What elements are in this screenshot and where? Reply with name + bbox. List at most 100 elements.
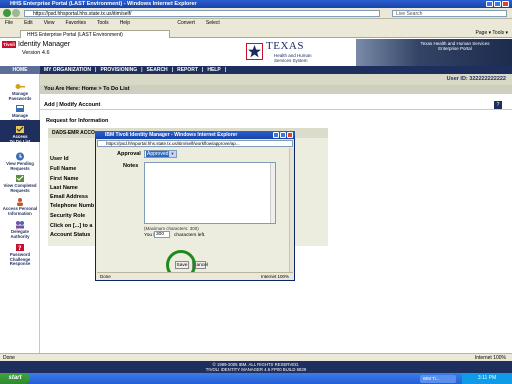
popup-address-text: https://psd.hhsportal.hhs.state.tx.us/it… [106, 141, 240, 146]
menu-help[interactable]: Help [120, 20, 130, 26]
tab-tools[interactable]: Page ▾ Tools ▾ [476, 29, 508, 37]
nav-separator: | [171, 67, 174, 73]
sidebar-item-label: Password Challenge Response [9, 251, 31, 267]
popup-minimize-button[interactable] [273, 132, 279, 138]
field-label-full-name: Full Name [50, 166, 77, 172]
popup-title-bar: IBM Tivoli Identity Manager - Windows In… [95, 131, 295, 139]
field-label-security-role: Security Role [50, 213, 86, 219]
menu-favorites[interactable]: Favorites [65, 20, 86, 26]
sidebar-item-personal-information[interactable]: Access Personal Information [0, 192, 40, 216]
nav-separator: | [141, 67, 143, 73]
chars-left-field: 300 [154, 231, 170, 238]
user-id-bar: User ID: 322222222222 [40, 74, 512, 85]
nav-separator: | [201, 67, 204, 73]
page-title: Add | Modify Account [40, 100, 512, 110]
search-placeholder: Live Search [396, 11, 423, 17]
max-characters-note: (Maximum characters: 300) [144, 226, 199, 231]
tivoli-logo: Tivoli [2, 41, 16, 48]
address-bar[interactable]: https://psd.hhsportal.hhs.state.tx.us/it… [24, 10, 380, 17]
svg-text:?: ? [18, 245, 22, 252]
chars-left-suffix: characters left. [174, 233, 206, 238]
challenge-icon: ? [15, 243, 25, 252]
popup-status-text: Done [100, 274, 111, 279]
popup-status-bar: Done Internet 100% [97, 272, 293, 280]
breadcrumb: You Are Here: Home > To Do List [40, 85, 512, 94]
portal-caption: Texas Health and Human Services Enterpri… [420, 41, 490, 51]
approval-label: Approval [117, 151, 141, 157]
field-label-telephone: Telephone Numb [50, 203, 95, 209]
nav-home[interactable]: HOME [0, 66, 40, 74]
system-clock: 3:11 PM [462, 373, 512, 384]
pending-icon [15, 152, 25, 161]
menu-bar: File Edit View Favorites Tools Help Convert Se… [0, 19, 512, 28]
popup-maximize-button[interactable] [280, 132, 286, 138]
user-id: User ID: 322222222222 [446, 76, 506, 82]
nav-report[interactable]: REPORT [177, 67, 198, 73]
texas-logo-text: TEXAS [266, 40, 304, 52]
texas-star-icon [246, 43, 263, 60]
notes-textarea[interactable] [144, 162, 276, 224]
approval-selected-value: Approved [146, 151, 170, 157]
nav-provisioning[interactable]: PROVISIONING [100, 67, 137, 73]
texas-subtitle: Health and Human Services System [274, 53, 312, 63]
forward-icon[interactable] [12, 9, 20, 17]
field-label-last-name: Last Name [50, 185, 78, 191]
convert-button[interactable]: Convert [177, 20, 195, 26]
popup-address-bar[interactable]: https://psd.hhsportal.hhs.state.tx.us/it… [97, 140, 293, 147]
close-button[interactable] [502, 1, 509, 7]
field-label-user-id: User Id [50, 156, 69, 162]
page-footer: © 1999-2005 IBM. ALL RIGHTS RESERVED. TI… [0, 361, 512, 373]
popup-title: IBM Tivoli Identity Manager - Windows In… [105, 132, 238, 138]
nav-search[interactable]: SEARCH [147, 67, 168, 73]
field-label-email: Email Address [50, 194, 89, 200]
key-icon [15, 82, 25, 91]
popup-zone-text: Internet 100% [260, 274, 289, 279]
app-version: Version 4.6 [22, 50, 50, 56]
approval-select[interactable]: Approved ▼ [144, 150, 177, 158]
back-icon[interactable] [3, 9, 11, 17]
notes-label: Notes [123, 163, 139, 169]
search-input[interactable]: Live Search [392, 10, 507, 17]
app-name: Identity Manager [18, 41, 71, 48]
tab-label: HHS Enterprise Portal (LAST Environment) [27, 32, 123, 38]
help-icon[interactable]: ? [494, 101, 502, 109]
sidebar-item-todo-list[interactable]: Access To Do List [0, 120, 40, 144]
menu-view[interactable]: View [44, 20, 55, 26]
nav-help[interactable]: HELP [207, 67, 220, 73]
taskbar-window-button[interactable]: IBM Ti... [420, 375, 456, 383]
field-label-first-name: First Name [50, 176, 79, 182]
delegate-icon [15, 220, 25, 229]
chevron-down-icon[interactable]: ▼ [169, 151, 176, 157]
nav-separator: | [95, 67, 97, 73]
sidebar-item-completed-requests[interactable]: View Completed Requests [0, 169, 40, 193]
sidebar-item-manage-passwords[interactable]: Manage Passwords [0, 77, 40, 101]
popup-scrollbar[interactable] [289, 148, 294, 272]
sidebar-item-delegate-authority[interactable]: Delegate Authority [0, 215, 40, 239]
sidebar-item-pending-requests[interactable]: View Pending Requests [0, 147, 40, 171]
menu-tools[interactable]: Tools [97, 20, 109, 26]
request-heading: Request for Information [46, 118, 109, 124]
select-button[interactable]: Select [206, 20, 220, 26]
person-icon [15, 197, 25, 206]
address-text: https://psd.hhsportal.hhs.state.tx.us/it… [33, 11, 132, 17]
field-label-account-status: Account Status [50, 232, 91, 238]
sidebar-item-password-challenge[interactable]: ? Password Challenge Response [0, 238, 40, 267]
field-label-click-to-add: Click on [...] to a [50, 223, 93, 229]
nav-my-organization[interactable]: MY ORGANIZATION [44, 67, 91, 73]
window-title-bar: HHS Enterprise Portal (LAST Environment)… [0, 0, 512, 8]
completed-icon [15, 174, 25, 183]
notes-scrollbar[interactable] [270, 163, 275, 223]
todo-icon [15, 125, 25, 134]
main-nav: HOME MY ORGANIZATION | PROVISIONING | SEARCH… [0, 66, 512, 74]
maximize-button[interactable] [494, 1, 501, 7]
browser-status-bar: Done Internet 100% [0, 353, 512, 361]
menu-edit[interactable]: Edit [24, 20, 33, 26]
minimize-button[interactable] [486, 1, 493, 7]
start-button[interactable]: start [0, 373, 30, 384]
menu-file[interactable]: File [5, 20, 13, 26]
nav-separator: | [224, 67, 227, 73]
window-title: HHS Enterprise Portal (LAST Environment)… [10, 1, 197, 7]
popup-close-button[interactable] [287, 132, 293, 138]
browser-tab[interactable]: HHS Enterprise Portal (LAST Environment) [20, 30, 170, 38]
sidebar-item-label: Access To Do List [9, 133, 31, 144]
